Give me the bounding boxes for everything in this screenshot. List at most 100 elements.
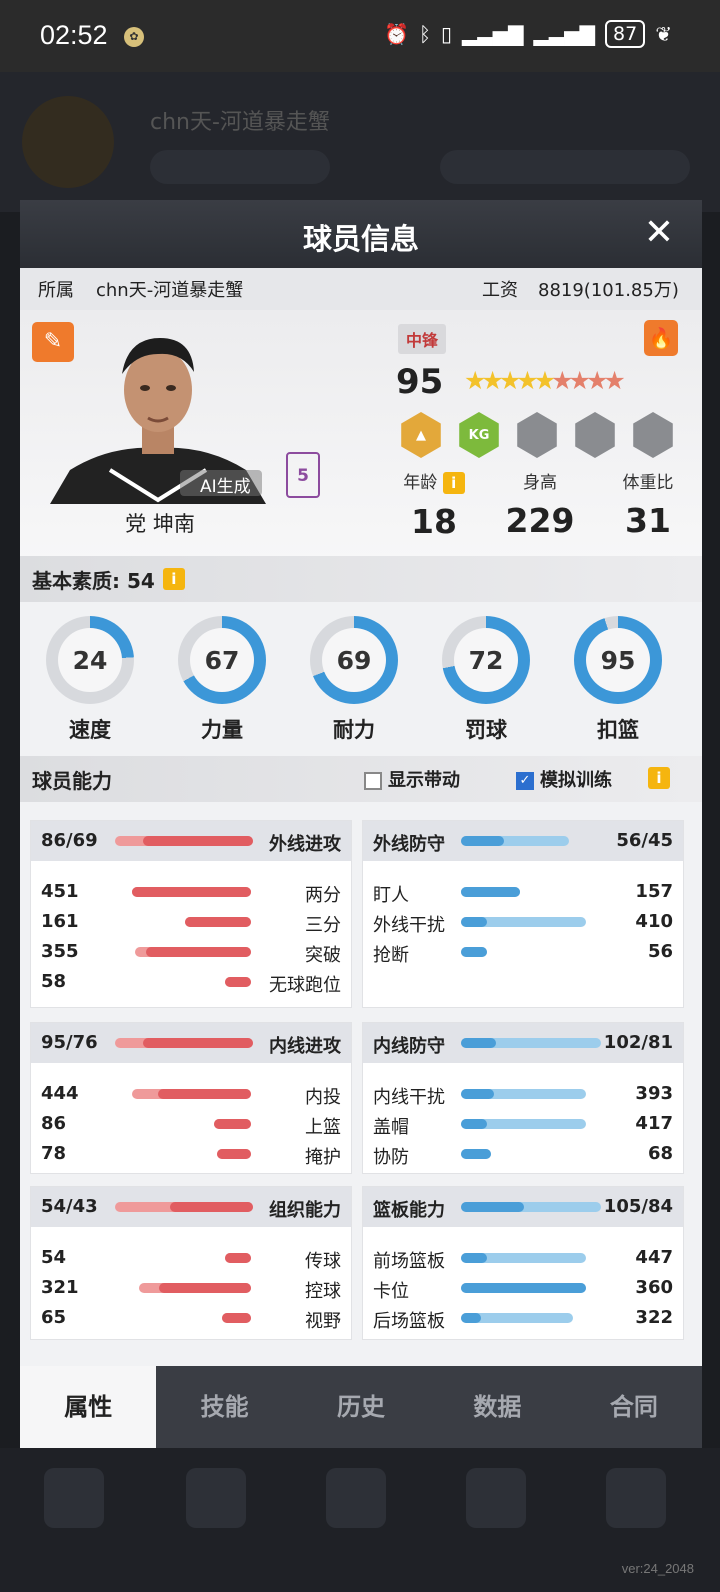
category-score: 86/69	[41, 830, 98, 851]
affiliation-bar: 所属 chn天-河道暴走蟹 工资 8819(101.85万)	[20, 268, 702, 310]
category-score: 105/84	[603, 1196, 673, 1217]
locked-badge-icon[interactable]	[575, 412, 615, 458]
age-value: 18	[411, 502, 457, 541]
tab-2[interactable]: 历史	[293, 1366, 429, 1448]
category-score: 102/81	[603, 1032, 673, 1053]
checkbox-checked-icon[interactable]: ✓	[516, 772, 534, 790]
stat-bar	[135, 947, 251, 957]
star-icon: ★	[603, 366, 626, 395]
tab-0[interactable]: 属性	[20, 1366, 157, 1448]
basic-attributes-label: 基本素质: 54	[32, 568, 155, 593]
star-rating: ★★★★★★★★★	[464, 366, 626, 395]
ai-generated-tag: AI生成	[200, 477, 251, 497]
attribute-value: 72	[454, 628, 518, 692]
status-bar: 02:52 ✿ ⏰ ᛒ ▯ ▂▃▅▇ ▂▃▅▇ 87 ❦	[0, 0, 720, 72]
locked-badge-icon[interactable]	[517, 412, 557, 458]
attribute-value: 95	[586, 628, 650, 692]
tab-3[interactable]: 数据	[429, 1366, 565, 1448]
stat-row: 321 控球	[31, 1273, 351, 1303]
stat-row: 68 协防	[363, 1139, 683, 1169]
stat-value: 78	[41, 1143, 67, 1164]
alarm-icon: ⏰	[384, 22, 409, 46]
card-header: 86/69 外线进攻	[31, 821, 351, 861]
tab-bar: 属性 技能 历史 数据 合同	[20, 1366, 702, 1448]
checkbox-icon[interactable]	[364, 772, 382, 790]
tab-4[interactable]: 合同	[566, 1366, 702, 1448]
background-nav	[0, 1448, 720, 1592]
affiliation-label: 所属	[38, 280, 74, 301]
show-bonus-checkbox[interactable]: 显示带动	[364, 766, 460, 792]
category-title: 篮板能力	[373, 1200, 445, 1221]
locked-badge-icon[interactable]	[633, 412, 673, 458]
signal-icon-2: ▂▃▅▇	[533, 22, 596, 46]
notification-icon: ✿	[124, 27, 144, 47]
tab-1[interactable]: 技能	[156, 1366, 292, 1448]
nav-icon	[606, 1468, 666, 1528]
stat-bar	[225, 977, 251, 987]
stat-label: 前场篮板	[373, 1251, 445, 1272]
stat-row: 56 抢断	[363, 937, 683, 967]
stat-value: 417	[635, 1113, 673, 1134]
attribute-label: 速度	[69, 718, 111, 742]
attribute-ring: 67	[178, 616, 266, 704]
stat-label: 外线干扰	[373, 915, 445, 936]
close-icon[interactable]: ✕	[644, 212, 674, 253]
star-icon: ★	[464, 366, 487, 395]
kg-badge-icon[interactable]: KG	[459, 412, 499, 458]
gold-badge-icon[interactable]: ▲	[401, 412, 441, 458]
info-icon[interactable]: i	[648, 767, 670, 789]
stat-value: 161	[41, 911, 79, 932]
category-title: 外线进攻	[269, 834, 341, 855]
stat-row: 417 盖帽	[363, 1109, 683, 1139]
card-header: 篮板能力 105/84	[363, 1187, 683, 1227]
star-icon: ★	[533, 366, 557, 395]
fire-icon[interactable]: 🔥	[644, 320, 678, 356]
team-logo	[22, 96, 114, 188]
signal-icon: ▂▃▅▇	[461, 22, 524, 46]
height-value: 229	[505, 501, 575, 540]
ability-card: 外线防守 56/45 157 盯人 410 外线干扰 56 抢断	[362, 820, 684, 1008]
nav-icon	[44, 1468, 104, 1528]
player-profile: ✎ AI生成 党 坤南 5 中锋 🔥 95 ★★★★★★★★★ ▲ KG 年龄 …	[20, 310, 702, 560]
category-bar	[461, 836, 569, 846]
card-header: 内线防守 102/81	[363, 1023, 683, 1063]
stat-label: 盯人	[373, 885, 409, 906]
ability-card: 54/43 组织能力 54 传球 321 控球 65 视野	[30, 1186, 352, 1340]
category-score: 56/45	[616, 830, 673, 851]
stat-value: 447	[635, 1247, 673, 1268]
sim-training-checkbox[interactable]: ✓ 模拟训练	[516, 766, 612, 792]
info-icon[interactable]: i	[162, 568, 185, 590]
modal-title: 球员信息	[302, 222, 419, 256]
stat-bar	[461, 1283, 586, 1293]
salary-label: 工资	[482, 280, 518, 301]
category-bar	[115, 836, 253, 846]
stat-value: 58	[41, 971, 67, 992]
stat-row: 360 卡位	[363, 1273, 683, 1303]
physical-stats: 年龄 i 18 身高 229 体重比 31	[382, 468, 702, 558]
stat-bar	[217, 1149, 251, 1159]
stat-bar	[461, 1089, 586, 1099]
attribute-value: 24	[58, 628, 122, 692]
attribute-label: 罚球	[465, 718, 507, 742]
height-label: 身高	[523, 473, 557, 493]
stat-value: 68	[647, 1143, 673, 1164]
info-icon[interactable]: i	[442, 472, 465, 494]
show-bonus-label: 显示带动	[388, 770, 460, 791]
stat-bar	[222, 1313, 251, 1323]
stat-label: 卡位	[373, 1281, 409, 1302]
player-name: 党 坤南	[125, 512, 195, 536]
category-title: 外线防守	[373, 834, 445, 855]
weight-label: 体重比	[622, 473, 674, 493]
stat-row: 86 上篮	[31, 1109, 351, 1139]
stat-row: 78 掩护	[31, 1139, 351, 1169]
category-bar	[115, 1202, 253, 1212]
ability-card: 95/76 内线进攻 444 内投 86 上篮 78 掩护	[30, 1022, 352, 1174]
attribute-label: 耐力	[333, 718, 375, 742]
weight-value: 31	[625, 501, 671, 540]
stat-bar	[132, 887, 251, 897]
coin-display	[150, 150, 330, 184]
stat-label: 抢断	[373, 945, 409, 966]
stat-label: 后场篮板	[373, 1311, 445, 1332]
modal-header: 球员信息 ✕	[20, 200, 702, 268]
age-label: 年龄	[403, 473, 438, 493]
